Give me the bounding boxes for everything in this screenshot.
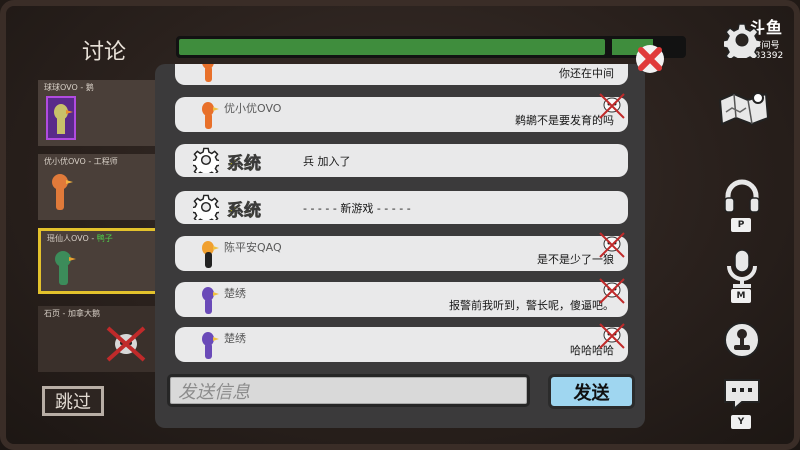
player-card-dead[interactable]: 石页 - 加拿大鹅 — [38, 306, 160, 372]
message-text: 你还在中间 — [559, 67, 614, 80]
chat-icon[interactable] — [722, 376, 762, 412]
player-card[interactable]: 球球OVO - 鹅 — [38, 80, 160, 146]
system-label: 系统 — [227, 201, 262, 222]
chat-message: 楚绣 哈哈哈哈 — [175, 323, 628, 362]
dead-ghost-icon — [104, 324, 148, 364]
duck-avatar-icon — [197, 64, 219, 84]
chat-input-box[interactable] — [167, 374, 530, 407]
player-role: 鸭子 — [96, 234, 113, 243]
duck-avatar-icon — [197, 238, 219, 270]
mic-key-hint: M — [731, 289, 751, 303]
close-icon — [638, 47, 662, 71]
player-name: 瑶仙人OVO — [47, 234, 89, 243]
chat-message: 你还在中间 — [175, 64, 628, 85]
duck-avatar-icon — [197, 329, 219, 361]
message-sender: 楚绣 — [224, 287, 246, 300]
system-text: 兵 加入了 — [303, 155, 351, 168]
system-label: 系统 — [227, 154, 262, 175]
map-icon[interactable] — [716, 86, 772, 130]
chat-message: 陈平安QAQ 是不是少了一狼 — [175, 232, 628, 271]
player-role: 工程师 — [93, 157, 118, 166]
player-role: 加拿大鹅 — [67, 309, 100, 318]
chat-message: 优小优OVO 鹈鹕不是要发育的吗 — [175, 93, 628, 132]
player-name: 优小优OVO — [44, 157, 86, 166]
ghost-reaction-icon — [596, 230, 626, 260]
player-role: 鹅 — [85, 83, 94, 92]
duck-avatar-icon — [197, 99, 219, 131]
player-avatar — [49, 247, 77, 291]
ghost-reaction-icon — [596, 91, 626, 121]
player-card[interactable]: 优小优OVO - 工程师 — [38, 154, 160, 220]
joystick-icon[interactable] — [722, 320, 762, 360]
duck-avatar-icon — [197, 284, 219, 316]
system-text: - - - - - 新游戏 - - - - - — [303, 202, 411, 215]
chat-panel: 你还在中间 优小优OVO 鹈鹕不是要发育的吗 系统 兵 加入了 系统 - - -… — [155, 64, 645, 428]
player-avatar — [46, 96, 76, 140]
send-button[interactable]: 发送 — [548, 374, 635, 409]
player-avatar — [46, 170, 74, 214]
ghost-reaction-icon — [596, 321, 626, 351]
system-message: 系统 兵 加入了 — [175, 144, 628, 179]
system-message: 系统 - - - - - 新游戏 - - - - - — [175, 191, 628, 226]
chat-key-hint: Y — [731, 415, 751, 429]
system-gear-icon — [190, 147, 222, 179]
player-name: 球球OVO — [44, 83, 78, 92]
player-name: 石页 — [44, 309, 60, 318]
message-sender: 优小优OVO — [224, 102, 282, 115]
microphone-icon[interactable] — [720, 246, 764, 290]
settings-gear-icon[interactable] — [721, 22, 768, 66]
message-sender: 陈平安QAQ — [224, 241, 282, 254]
system-gear-icon — [190, 194, 222, 226]
timer-fill — [179, 39, 606, 55]
ghost-reaction-icon — [596, 276, 626, 306]
discussion-timer-bar — [176, 36, 686, 58]
voice-key-hint: P — [731, 218, 751, 232]
player-card-selected[interactable]: 瑶仙人OVO - 鸭子 — [38, 228, 160, 294]
message-sender: 楚绣 — [224, 332, 246, 345]
chat-input[interactable] — [176, 379, 520, 405]
headphones-icon[interactable] — [720, 176, 764, 220]
close-chat-button[interactable] — [634, 43, 666, 75]
message-text: 报警前我听到，警长呢，傻逼吧。 — [449, 299, 614, 312]
skip-vote-button[interactable]: 跳过 — [42, 386, 104, 416]
chat-message: 楚绣 报警前我听到，警长呢，傻逼吧。 — [175, 278, 628, 317]
page-title: 讨论 — [82, 40, 127, 65]
